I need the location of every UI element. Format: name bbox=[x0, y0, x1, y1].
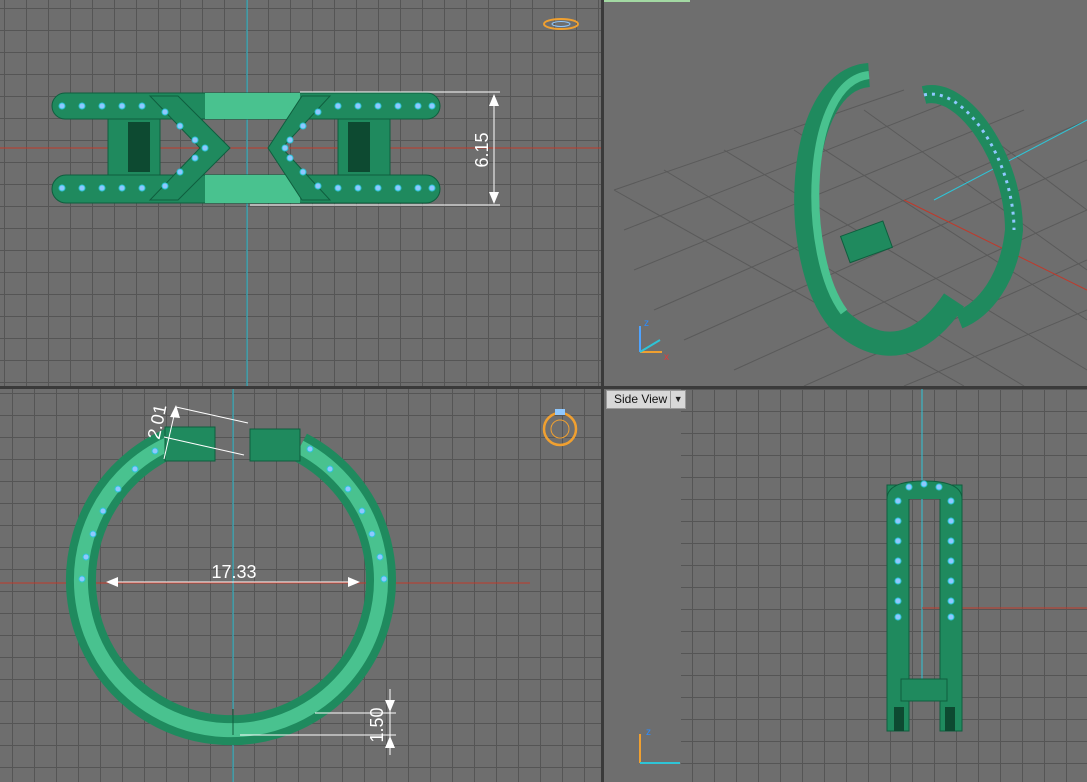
viewport-layout: 6.15 z x 17.33 2.01 1.50 Side View ▼ z bbox=[0, 0, 1087, 782]
view-cube-icon[interactable] bbox=[542, 409, 578, 447]
viewport-side[interactable]: Side View ▼ z bbox=[604, 389, 1087, 782]
viewport-front[interactable]: 17.33 2.01 1.50 bbox=[0, 389, 601, 782]
viewport-top[interactable]: 6.15 bbox=[0, 0, 601, 386]
front-view-scene: 17.33 2.01 1.50 bbox=[0, 389, 578, 782]
top-view-scene: 6.15 bbox=[0, 0, 601, 386]
dimension-band-label: 1.50 bbox=[367, 707, 387, 742]
axis-tripod-icon: z bbox=[639, 727, 680, 764]
axis-z-label: z bbox=[644, 318, 649, 329]
dimension-height-label: 6.15 bbox=[472, 132, 492, 167]
dimension-diameter-label: 17.33 bbox=[211, 562, 256, 582]
axis-z-label: z bbox=[646, 727, 651, 738]
axis-tripod-icon: z x bbox=[639, 318, 669, 363]
view-cube-icon[interactable] bbox=[543, 18, 579, 30]
perspective-view-scene: z x bbox=[613, 63, 1087, 386]
viewport-perspective[interactable]: z x bbox=[604, 0, 1087, 386]
side-view-scene: z bbox=[639, 389, 1087, 764]
axis-x-label: x bbox=[664, 352, 669, 363]
